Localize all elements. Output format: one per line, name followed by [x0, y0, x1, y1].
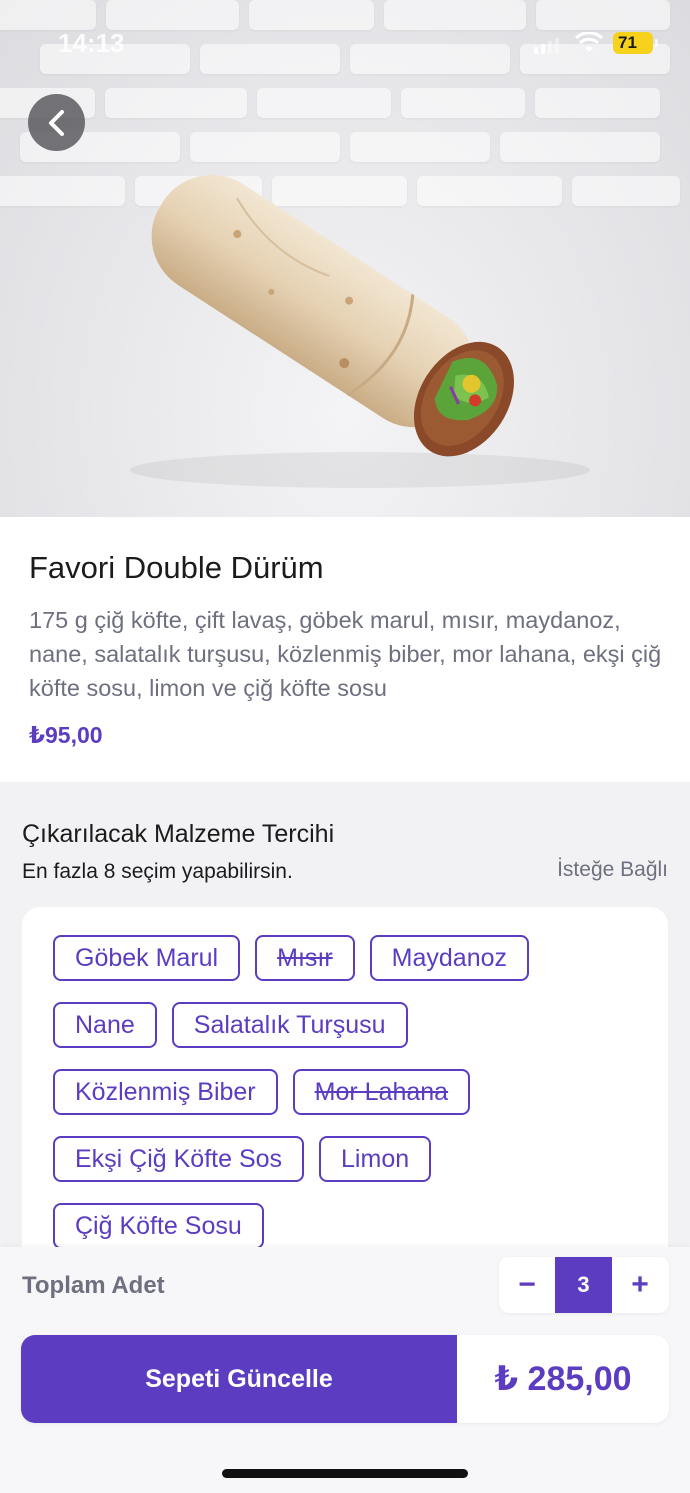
ingredient-chip-list: Göbek Marul Mısır Maydanoz Nane Salatalı…: [53, 935, 643, 1270]
back-button[interactable]: [28, 94, 85, 151]
chip-nane[interactable]: Nane: [53, 1002, 157, 1048]
signal-icon: [534, 38, 559, 54]
wifi-icon: [574, 32, 604, 52]
bottom-bar: Toplam Adet − 3 + Sepeti Güncelle ₺ 285,…: [0, 1247, 690, 1493]
cart-total-price: ₺ 285,00: [494, 1360, 632, 1398]
product-price: ₺95,00: [29, 722, 103, 748]
product-info: Favori Double Dürüm 175 g çiğ köfte, çif…: [0, 517, 690, 782]
battery-icon: 71: [613, 32, 658, 54]
chip-eksi-cig-kofte-sos[interactable]: Ekşi Çiğ Köfte Sos: [53, 1136, 305, 1182]
status-time: 14:13: [58, 28, 125, 58]
chip-maydanoz[interactable]: Maydanoz: [369, 935, 530, 981]
section-title: Çıkarılacak Malzeme Tercihi: [22, 820, 335, 848]
total-quantity-label: Toplam Adet: [22, 1272, 165, 1299]
update-cart-button[interactable]: Sepeti Güncelle: [21, 1335, 457, 1423]
product-description: 175 g çiğ köfte, çift lavaş, göbek marul…: [29, 607, 662, 701]
chip-gobek-marul[interactable]: Göbek Marul: [53, 935, 241, 981]
chip-kozlenmis-biber[interactable]: Közlenmiş Biber: [53, 1069, 278, 1115]
chip-limon[interactable]: Limon: [319, 1136, 432, 1182]
chevron-left-icon: [48, 109, 64, 136]
increment-button[interactable]: +: [612, 1257, 668, 1313]
decrement-button[interactable]: −: [499, 1257, 555, 1313]
chip-mor-lahana[interactable]: Mor Lahana: [292, 1069, 471, 1115]
home-indicator: [222, 1469, 468, 1478]
quantity-stepper: − 3 +: [499, 1257, 669, 1313]
section-subtitle: En fazla 8 seçim yapabilirsin.: [22, 860, 293, 883]
status-bar: 14:13 71: [0, 0, 690, 88]
product-title: Favori Double Dürüm: [29, 550, 324, 585]
quantity-value: 3: [555, 1257, 612, 1313]
chip-salatalik-tursusu[interactable]: Salatalık Turşusu: [171, 1002, 408, 1048]
optional-label: İsteğe Bağlı: [557, 858, 668, 881]
product-image: 14:13 71: [0, 0, 690, 517]
cart-action-bar: Sepeti Güncelle ₺ 285,00: [21, 1335, 669, 1423]
chip-misir[interactable]: Mısır: [255, 935, 355, 981]
chip-cig-kofte-sosu[interactable]: Çiğ Köfte Sosu: [53, 1203, 264, 1249]
ingredient-card: Göbek Marul Mısır Maydanoz Nane Salatalı…: [22, 907, 668, 1287]
